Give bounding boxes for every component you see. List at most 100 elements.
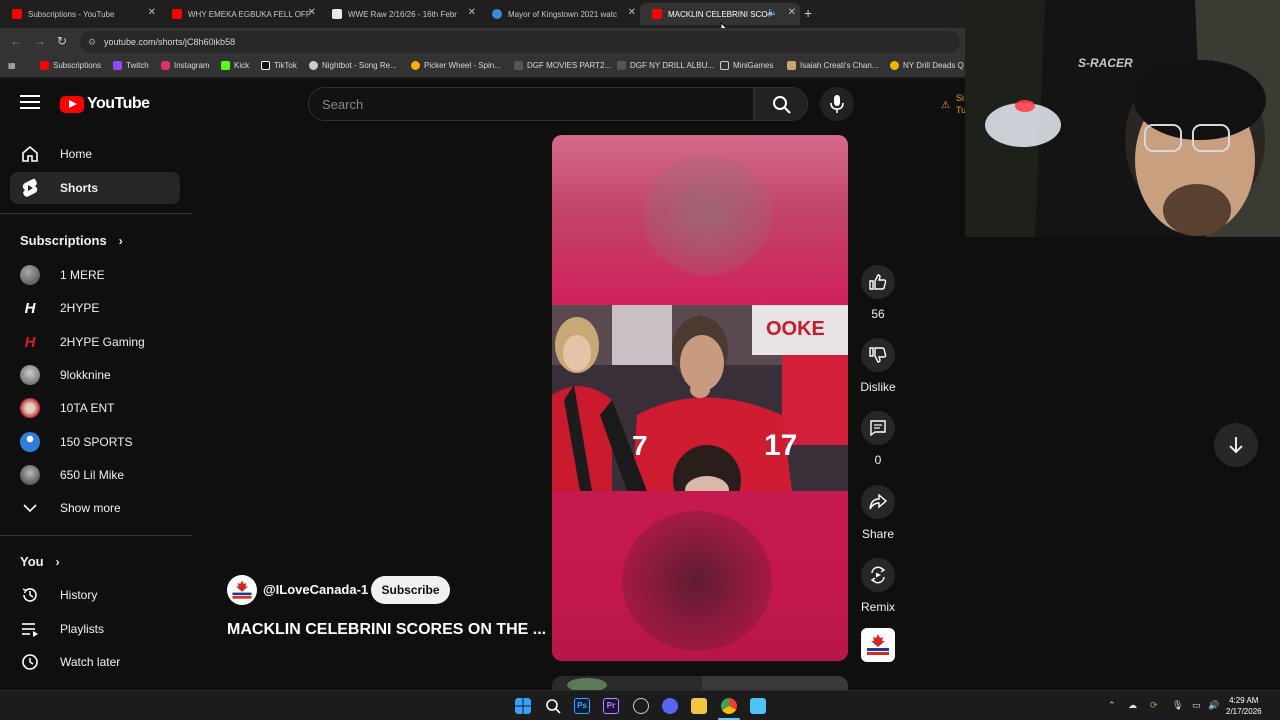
bookmark-item[interactable]: Twitch (113, 61, 149, 70)
browser-tab[interactable]: Mayor of Kingstown 2021 watc ✕ (480, 3, 640, 25)
folder-icon (720, 61, 729, 70)
close-tab-icon[interactable]: ✕ (148, 7, 156, 18)
sync-icon[interactable]: ⟳ (1150, 700, 1158, 711)
sidebar-subscription[interactable]: 650 Lil Mike (10, 459, 180, 491)
network-icon[interactable]: ▭ (1192, 700, 1201, 711)
chevron-up-icon[interactable]: ⌃ (1108, 700, 1116, 711)
bookmark-item[interactable]: Kick (221, 61, 249, 70)
menu-icon[interactable] (20, 95, 40, 111)
back-arrow-icon[interactable]: ← (10, 34, 22, 48)
apps-grid-icon[interactable]: ▦ (8, 61, 16, 70)
bookmark-item[interactable]: DGF NY DRILL ALBU... (617, 61, 714, 70)
bookmark-item[interactable]: Isaiah Creati's Chan... (787, 61, 878, 70)
sidebar-divider (0, 213, 192, 214)
sidebar-subscription[interactable]: 150 SPORTS (10, 426, 180, 458)
volume-icon[interactable]: 🔊 (1208, 700, 1219, 711)
short-title[interactable]: MACKLIN CELEBRINI SCORES ON THE ... (227, 621, 546, 639)
remix-action[interactable]: Remix (861, 558, 895, 614)
dislike-action[interactable]: Dislike (860, 338, 896, 394)
tab-title: Subscriptions - YouTube (28, 9, 115, 19)
bookmark-item[interactable]: Nightbot - Song Re... (309, 61, 397, 70)
browser-tab[interactable]: WHY EMEKA EGBUKA FELL OFF ✕ (160, 3, 320, 25)
share-action[interactable]: Share (861, 485, 895, 541)
subscription-label: 10TA ENT (60, 401, 115, 415)
url-text: youtube.com/shorts/jC8h60ikb58 (104, 37, 236, 47)
tab-title: WHY EMEKA EGBUKA FELL OFF (188, 9, 311, 19)
sidebar-item-home[interactable]: Home (10, 138, 180, 170)
photoshop-icon[interactable]: Ps (574, 698, 590, 714)
subscriptions-heading[interactable]: Subscriptions › (20, 233, 123, 248)
sidebar-item-playlists[interactable]: Playlists (10, 613, 180, 645)
channel-avatar (20, 365, 40, 385)
obs-icon[interactable] (633, 698, 649, 714)
file-explorer-icon[interactable] (691, 698, 707, 714)
sign-in-link[interactable]: ⚠ Si Tu (941, 92, 966, 116)
bookmark-item[interactable]: Instagram (161, 61, 210, 70)
logo-text: YouTube (87, 95, 150, 112)
clock-time: 4:29 AM (1229, 696, 1259, 705)
bookmark-item[interactable]: Picker Wheel - Spin... (411, 61, 501, 70)
bookmark-item[interactable]: TikTok (261, 61, 297, 70)
onedrive-icon[interactable]: ☁ (1128, 700, 1137, 711)
close-tab-icon[interactable]: ✕ (308, 7, 316, 18)
voice-search-button[interactable] (820, 87, 854, 121)
show-more-button[interactable]: Show more (10, 492, 180, 524)
youtube-logo[interactable]: YouTube (60, 95, 150, 113)
short-video-player[interactable]: OOKE 17 7 (552, 135, 848, 661)
next-short-button[interactable] (1214, 423, 1258, 467)
sidebar-item-shorts[interactable]: Shorts (10, 172, 180, 204)
bulb-icon (890, 61, 899, 70)
browser-tab[interactable]: Subscriptions - YouTube ✕ (0, 3, 160, 25)
channel-avatar[interactable] (227, 575, 257, 605)
url-field[interactable]: ⚙ youtube.com/shorts/jC8h60ikb58 (80, 31, 960, 53)
sidebar-subscription[interactable]: 9lokknine (10, 359, 180, 391)
bookmark-item[interactable]: Subscriptions (40, 61, 101, 70)
youtube-icon (40, 61, 49, 70)
sidebar-subscription[interactable]: 10TA ENT (10, 392, 180, 424)
new-tab-button[interactable]: + (804, 5, 812, 21)
comments-action[interactable]: 0 (861, 411, 895, 467)
sidebar-item-history[interactable]: History (10, 579, 180, 611)
next-short-preview[interactable] (552, 676, 848, 690)
bookmark-folder[interactable]: MiniGames (720, 61, 773, 70)
channel-name[interactable]: @ILoveCanada-1 (263, 582, 368, 597)
bookmark-item[interactable]: NY Drill Deads Q (890, 61, 964, 70)
subscription-label: 2HYPE Gaming (60, 335, 145, 349)
close-tab-icon[interactable]: ✕ (788, 7, 796, 18)
remix-button[interactable] (861, 558, 895, 592)
page-icon (514, 61, 523, 70)
browser-tab[interactable]: WWE Raw 2/16/26 - 16th Febr ✕ (320, 3, 480, 25)
search-button[interactable] (754, 87, 808, 121)
sidebar-subscription[interactable]: H 2HYPE (10, 292, 180, 324)
discord-icon[interactable] (662, 698, 678, 714)
forward-arrow-icon[interactable]: → (34, 34, 46, 48)
sidebar-item-watch-later[interactable]: Watch later (10, 646, 180, 678)
sidebar-subscription[interactable]: 1 MERE (10, 259, 180, 291)
tab-title: Mayor of Kingstown 2021 watc (508, 9, 617, 19)
comments-button[interactable] (861, 411, 895, 445)
like-action[interactable]: 56 (861, 265, 895, 321)
site-info-icon[interactable]: ⚙ (88, 37, 96, 48)
microphone-icon[interactable]: 🎙 (1172, 700, 1183, 711)
premiere-icon[interactable]: Pr (603, 698, 619, 714)
search-input[interactable]: Search (308, 87, 754, 121)
close-tab-icon[interactable]: ✕ (468, 7, 476, 18)
bookmark-item[interactable]: DGF MOVIES PART2... (514, 61, 611, 70)
chrome-icon[interactable] (721, 698, 737, 714)
notepad-icon[interactable] (750, 698, 766, 714)
speaker-icon[interactable]: 🔈 (767, 7, 778, 18)
reload-icon[interactable]: ↻ (57, 34, 67, 48)
search-icon[interactable] (545, 698, 561, 714)
like-button[interactable] (861, 265, 895, 299)
dislike-button[interactable] (861, 338, 895, 372)
windows-start-icon[interactable] (515, 698, 531, 714)
system-clock[interactable]: 4:29 AM 2/17/2026 (1226, 695, 1262, 717)
dislike-label: Dislike (860, 380, 896, 394)
close-tab-icon[interactable]: ✕ (628, 7, 636, 18)
chevron-right-icon: › (55, 554, 60, 569)
you-heading[interactable]: You › (20, 554, 60, 569)
subscribe-button[interactable]: Subscribe (371, 576, 450, 604)
channel-thumbnail-button[interactable] (861, 628, 895, 662)
sidebar-subscription[interactable]: H 2HYPE Gaming (10, 326, 180, 358)
share-button[interactable] (861, 485, 895, 519)
